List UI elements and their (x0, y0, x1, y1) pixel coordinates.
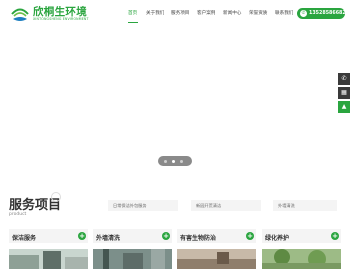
qrcode-icon: ▦ (341, 89, 347, 96)
site-header: 欣桐生环境 XINTONGSHENG ENVIRONMENT 首页 关于我们 服… (0, 0, 350, 27)
card-image (9, 249, 88, 269)
card-image (262, 249, 341, 269)
plus-icon[interactable]: + (246, 232, 254, 240)
side-phone-button[interactable]: ✆ (338, 73, 350, 85)
section-subtitle: product (9, 212, 27, 217)
logo-icon[interactable] (10, 5, 30, 23)
card-image (93, 249, 172, 269)
slider-dot[interactable] (180, 159, 183, 163)
card-title: 绿化养护 (265, 234, 290, 242)
card-header: 保洁服务 + (9, 229, 88, 243)
back-to-top-button[interactable]: ▲ (338, 101, 350, 113)
card-title: 保洁服务 (12, 234, 37, 242)
nav-active-underline (128, 22, 138, 23)
card-title: 有害生物防治 (180, 234, 217, 242)
service-tag[interactable]: 外墙清洗 (273, 200, 337, 211)
nav-item-home[interactable]: 首页 (128, 10, 137, 16)
service-tag[interactable]: 日常保洁外包服务 (108, 200, 178, 211)
slider-dot-active[interactable] (172, 159, 175, 163)
nav-item-honors[interactable]: 荣誉资质 (249, 10, 267, 16)
card-header: 绿化养护 + (262, 229, 341, 243)
phone-icon: ✆ (341, 75, 347, 82)
banner-slider[interactable] (0, 27, 350, 177)
phone-number: 13528586682 (309, 10, 346, 16)
plus-icon[interactable]: + (331, 232, 339, 240)
nav-item-cases[interactable]: 客户案例 (197, 10, 215, 16)
card-image (177, 249, 256, 269)
nav-item-about[interactable]: 关于我们 (146, 10, 164, 16)
title-decoration-icon (51, 192, 61, 202)
arrow-up-icon: ▲ (341, 103, 347, 110)
nav-item-news[interactable]: 新闻中心 (223, 10, 241, 16)
card-title: 外墙清洗 (96, 234, 121, 242)
phone-icon: ✆ (300, 10, 307, 17)
nav-item-contact[interactable]: 联系我们 (275, 10, 293, 16)
plus-icon[interactable]: + (162, 232, 170, 240)
nav-item-services[interactable]: 服务项目 (171, 10, 189, 16)
phone-button[interactable]: ✆ 13528586682 (297, 8, 346, 19)
card-header: 有害生物防治 + (177, 229, 256, 243)
slider-pagination (158, 156, 192, 166)
slider-dot[interactable] (164, 159, 167, 163)
side-qrcode-button[interactable]: ▦ (338, 87, 350, 99)
plus-icon[interactable]: + (78, 232, 86, 240)
service-tag[interactable]: 新园开荒清洁 (191, 200, 261, 211)
card-header: 外墙清洗 + (93, 229, 172, 243)
logo-subtext: XINTONGSHENG ENVIRONMENT (33, 17, 89, 21)
